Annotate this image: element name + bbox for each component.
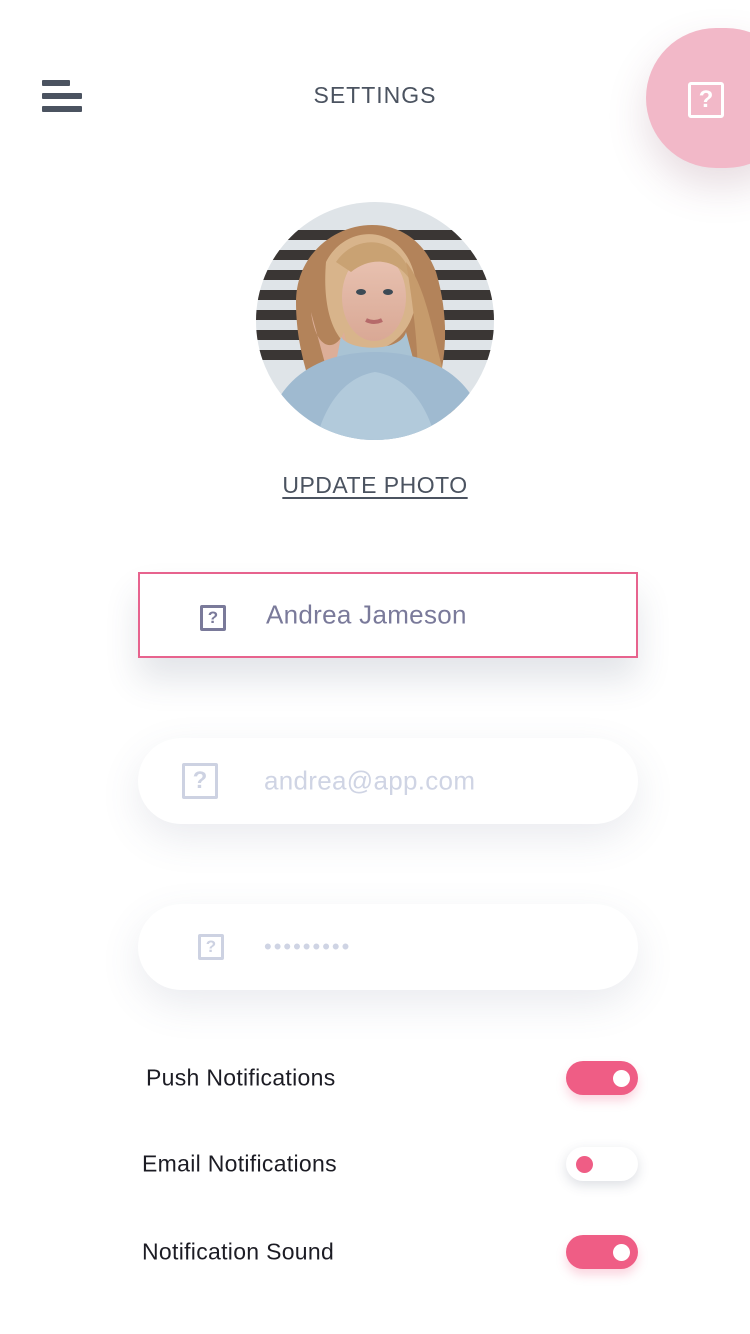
setting-label: Notification Sound (142, 1238, 335, 1265)
setting-email-notifications: Email Notifications (138, 1144, 638, 1184)
help-button[interactable]: ? (646, 28, 750, 168)
email-notifications-toggle[interactable] (566, 1147, 638, 1181)
setting-label: Push Notifications (146, 1064, 336, 1091)
push-notifications-toggle[interactable] (566, 1061, 638, 1095)
email-field[interactable]: ? andrea@app.com (138, 738, 638, 824)
toggle-knob (576, 1156, 593, 1173)
question-icon: ? (688, 82, 724, 118)
question-icon: ? (200, 605, 226, 631)
profile-photo (256, 202, 494, 440)
setting-notification-sound: Notification Sound (138, 1232, 638, 1272)
settings-screen: SETTINGS ? UPDATE PHOTO ? Andrea Jameson… (0, 0, 750, 1334)
page-title: SETTINGS (313, 82, 437, 108)
toggle-knob (613, 1244, 630, 1261)
notification-sound-toggle[interactable] (566, 1235, 638, 1269)
name-field[interactable]: ? Andrea Jameson (138, 572, 638, 658)
setting-label: Email Notifications (142, 1150, 337, 1177)
setting-push-notifications: Push Notifications (138, 1058, 638, 1098)
toggle-knob (613, 1070, 630, 1087)
password-field[interactable]: ? ••••••••• (138, 904, 638, 990)
question-icon: ? (198, 934, 224, 960)
password-value[interactable]: ••••••••• (264, 934, 351, 960)
email-placeholder[interactable]: andrea@app.com (264, 766, 475, 797)
update-photo-label[interactable]: UPDATE PHOTO (282, 472, 467, 498)
name-value[interactable]: Andrea Jameson (266, 600, 467, 631)
question-icon: ? (182, 763, 218, 799)
avatar (256, 202, 494, 440)
update-photo-link[interactable]: UPDATE PHOTO (0, 472, 750, 499)
